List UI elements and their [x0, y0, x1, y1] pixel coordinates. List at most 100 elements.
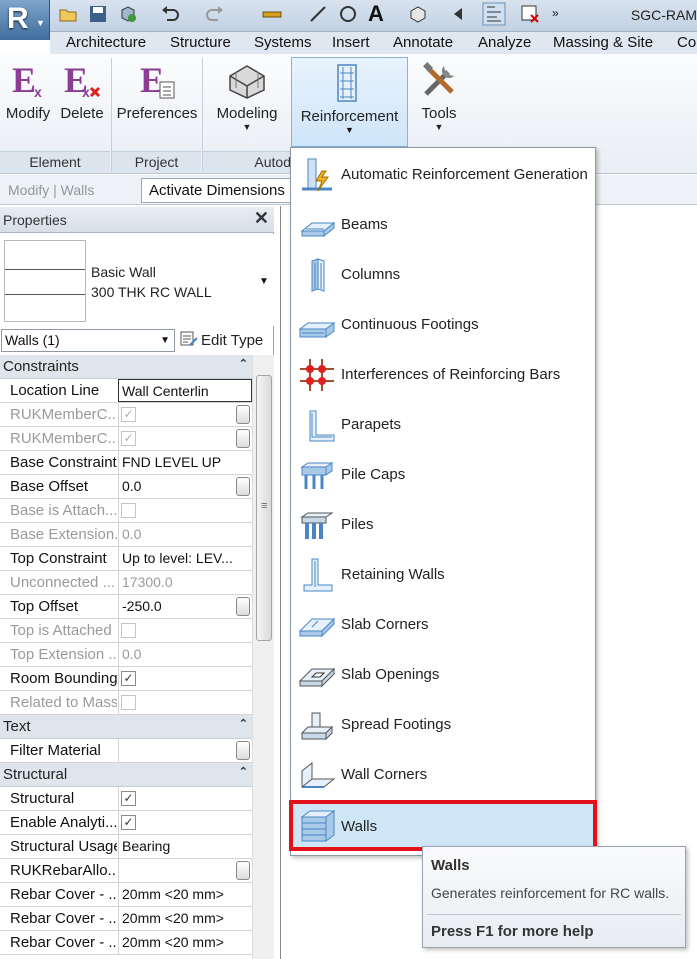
application-button[interactable]: R ▼: [0, 0, 50, 40]
activate-dimensions-button[interactable]: Activate Dimensions: [141, 178, 291, 203]
menu-item-spread-footings[interactable]: Spread Footings: [292, 699, 594, 749]
close-hidden-icon[interactable]: [520, 4, 540, 24]
tag-icon[interactable]: [338, 4, 358, 24]
checkbox[interactable]: [121, 503, 136, 518]
menu-item-parapets[interactable]: Parapets: [292, 399, 594, 449]
menu-item-retaining-walls[interactable]: Retaining Walls: [292, 549, 594, 599]
prop-rebar-cover-1[interactable]: Rebar Cover - ... 20mm <20 mm>: [0, 883, 252, 907]
measure-icon[interactable]: [262, 4, 282, 24]
type-selector[interactable]: Basic Wall 300 THK RC WALL ▼: [0, 234, 274, 326]
browse-button[interactable]: [236, 429, 250, 448]
browse-button[interactable]: [236, 741, 250, 760]
checkbox[interactable]: ✓: [121, 431, 136, 446]
prop-value[interactable]: [118, 739, 252, 762]
prop-value[interactable]: 20mm <20 mm>: [118, 883, 252, 906]
group-structural[interactable]: Structural ⌃: [0, 763, 252, 787]
tab-systems[interactable]: Systems: [254, 34, 312, 51]
prop-top-offset[interactable]: Top Offset -250.0: [0, 595, 252, 619]
undo-icon[interactable]: [160, 4, 180, 24]
more-icon[interactable]: »: [552, 6, 559, 20]
prop-structural-usage[interactable]: Structural Usage Bearing: [0, 835, 252, 859]
menu-item-columns[interactable]: Columns: [292, 249, 594, 299]
prop-rebar-cover-2[interactable]: Rebar Cover - ... 20mm <20 mm>: [0, 907, 252, 931]
checkbox[interactable]: ✓: [121, 671, 136, 686]
group-text[interactable]: Text ⌃: [0, 715, 252, 739]
prop-value[interactable]: [118, 859, 252, 882]
prop-value[interactable]: 0.0: [118, 475, 252, 498]
browse-button[interactable]: [236, 597, 250, 616]
prop-unconnected-height[interactable]: Unconnected ... 17300.0: [0, 571, 252, 595]
save-icon[interactable]: [88, 4, 108, 24]
delete-button[interactable]: Ex Delete: [56, 54, 108, 150]
properties-scrollbar[interactable]: ≡: [252, 355, 274, 959]
menu-item-wall-corners[interactable]: Wall Corners: [292, 749, 594, 799]
edit-type-button[interactable]: Edit Type: [180, 331, 263, 349]
text-icon[interactable]: A: [368, 1, 384, 27]
checkbox[interactable]: [121, 623, 136, 638]
browse-button[interactable]: [236, 477, 250, 496]
browse-button[interactable]: [236, 405, 250, 424]
collapse-icon[interactable]: ⌃: [239, 717, 248, 730]
checkbox[interactable]: [121, 695, 136, 710]
prop-base-extension[interactable]: Base Extension... 0.0: [0, 523, 252, 547]
prop-enable-analytical[interactable]: Enable Analyti... ✓: [0, 811, 252, 835]
prop-rebar-cover-3[interactable]: Rebar Cover - ... 20mm <20 mm>: [0, 931, 252, 955]
prop-value[interactable]: Wall Centerlin: [118, 379, 252, 402]
open-icon[interactable]: [58, 4, 78, 24]
tab-massing-site[interactable]: Massing & Site: [553, 34, 653, 51]
menu-item-continuous-footings[interactable]: Continuous Footings: [292, 299, 594, 349]
tab-insert[interactable]: Insert: [332, 34, 370, 51]
prop-top-extension[interactable]: Top Extension ... 0.0: [0, 643, 252, 667]
checkbox[interactable]: ✓: [121, 407, 136, 422]
tab-collaborate[interactable]: Co: [677, 34, 696, 51]
sync-icon[interactable]: [118, 4, 138, 24]
menu-item-slab-corners[interactable]: Slab Corners: [292, 599, 594, 649]
prop-room-bounding[interactable]: Room Bounding ✓: [0, 667, 252, 691]
group-constraints[interactable]: Constraints ⌃: [0, 355, 252, 379]
menu-item-beams[interactable]: Beams: [292, 199, 594, 249]
preferences-button[interactable]: E Preferences: [114, 54, 200, 150]
instance-filter-dropdown[interactable]: Walls (1) ▼: [1, 329, 175, 352]
scrollbar-thumb[interactable]: ≡: [256, 375, 272, 641]
prop-value[interactable]: 20mm <20 mm>: [118, 907, 252, 930]
prop-rukrebar-allowed[interactable]: RUKRebarAllo...: [0, 859, 252, 883]
checkbox[interactable]: ✓: [121, 815, 136, 830]
browse-button[interactable]: [236, 861, 250, 880]
redo-icon[interactable]: [205, 4, 225, 24]
tab-analyze[interactable]: Analyze: [478, 34, 531, 51]
collapse-icon[interactable]: ⌃: [239, 765, 248, 778]
prop-structural[interactable]: Structural ✓: [0, 787, 252, 811]
prop-related-to-mass[interactable]: Related to Mass: [0, 691, 252, 715]
prop-value[interactable]: Bearing: [118, 835, 252, 858]
prop-value[interactable]: -250.0: [118, 595, 252, 618]
modify-button[interactable]: Ex Modify: [2, 54, 54, 150]
modeling-button[interactable]: Modeling ▼: [210, 54, 284, 150]
collapse-icon[interactable]: ⌃: [239, 357, 248, 370]
prop-filter-material[interactable]: Filter Material: [0, 739, 252, 763]
prop-rukmember-2[interactable]: RUKMemberC... ✓: [0, 427, 252, 451]
aligned-dimension-icon[interactable]: [308, 4, 328, 24]
prop-base-attached[interactable]: Base is Attach...: [0, 499, 252, 523]
tab-architecture[interactable]: Architecture: [66, 34, 146, 51]
checkbox[interactable]: ✓: [121, 791, 136, 806]
prop-location-line[interactable]: Location Line Wall Centerlin: [0, 379, 252, 403]
menu-item-automatic-reinforcement[interactable]: Automatic Reinforcement Generation: [292, 149, 594, 199]
prop-top-constraint[interactable]: Top Constraint Up to level: LEV...: [0, 547, 252, 571]
menu-item-interferences[interactable]: Interferences of Reinforcing Bars: [292, 349, 594, 399]
tab-structure[interactable]: Structure: [170, 34, 231, 51]
tools-button[interactable]: Tools ▼: [412, 54, 466, 150]
prop-base-offset[interactable]: Base Offset 0.0: [0, 475, 252, 499]
tab-annotate[interactable]: Annotate: [393, 34, 453, 51]
prop-value[interactable]: Up to level: LEV...: [118, 547, 252, 570]
menu-item-piles[interactable]: Piles: [292, 499, 594, 549]
chevron-down-icon[interactable]: ▼: [259, 276, 269, 287]
reinforcement-button[interactable]: Reinforcement ▼: [291, 57, 408, 147]
menu-item-slab-openings[interactable]: Slab Openings: [292, 649, 594, 699]
prop-top-attached[interactable]: Top is Attached: [0, 619, 252, 643]
section-icon[interactable]: [450, 4, 470, 24]
close-icon[interactable]: ✕: [254, 208, 269, 229]
prop-rukmember-1[interactable]: RUKMemberC... ✓: [0, 403, 252, 427]
menu-item-pile-caps[interactable]: Pile Caps: [292, 449, 594, 499]
thin-lines-icon[interactable]: [482, 2, 506, 26]
prop-value[interactable]: 20mm <20 mm>: [118, 931, 252, 954]
